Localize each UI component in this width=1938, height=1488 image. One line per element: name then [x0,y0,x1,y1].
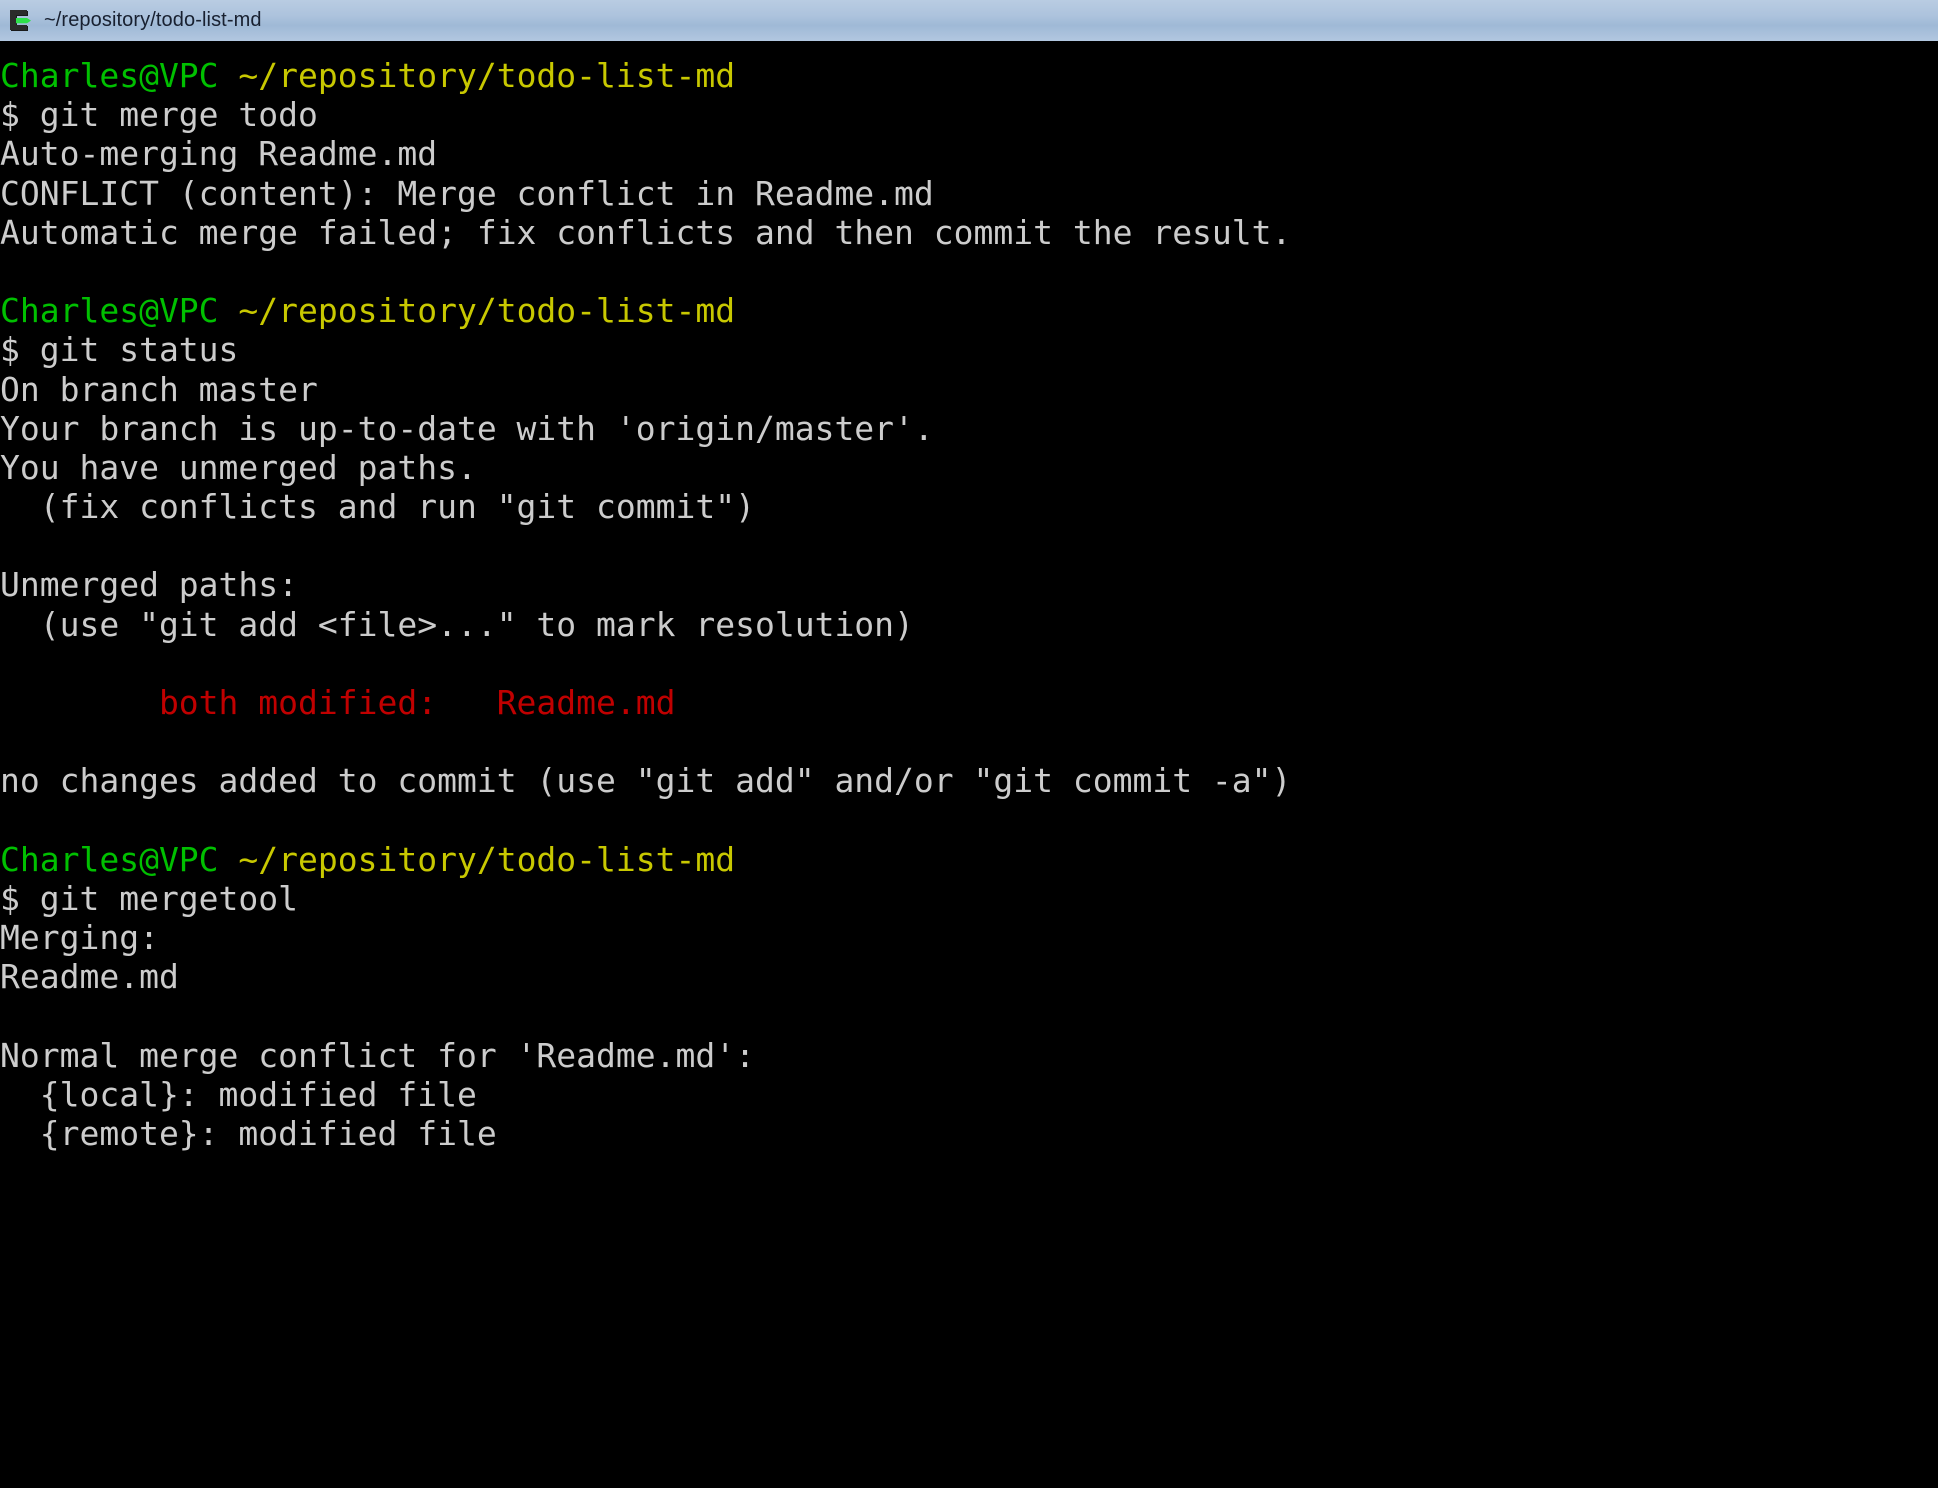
window-title: ~/repository/todo-list-md [44,9,262,31]
prompt-user-host: Charles@VPC [0,291,219,331]
terminal-output-text: {remote}: modified file [0,1114,497,1154]
prompt-path: ~/repository/todo-list-md [238,56,736,95]
terminal-line: (fix conflicts and run "git commit") [0,487,1938,526]
terminal-output-text: On branch master [0,369,318,409]
terminal-line: On branch master [0,370,1938,409]
prompt-path: ~/repository/todo-list-md [238,291,736,331]
terminal-output: Charles@VPC ~/repository/todo-list-md $ g… [0,56,1938,1153]
terminal-output-text: Merging: [0,918,159,958]
terminal-line: $ git status [0,330,1938,369]
terminal-line: Unmerged paths: [0,565,1938,604]
terminal-line: $ git merge todo [0,95,1938,134]
terminal-output-text: CONFLICT (content): Merge conflict in Re… [0,173,934,213]
terminal-output-text: You have unmerged paths. [0,447,477,487]
terminal-output-text: {local}: modified file [0,1074,477,1114]
terminal-output-text: no changes added to commit (use "git add… [0,761,1292,801]
terminal-line: both modified: Readme.md [0,683,1938,722]
terminal-line: (use "git add <file>..." to mark resolut… [0,605,1938,644]
terminal-output-text: Your branch is up-to-date with 'origin/m… [0,408,934,448]
terminal-line: $ git mergetool [0,879,1938,918]
terminal-output-text: (use "git add <file>..." to mark resolut… [0,604,914,644]
terminal-screen[interactable]: Charles@VPC ~/repository/todo-list-md $ g… [0,44,1938,1485]
terminal-line: CONFLICT (content): Merge conflict in Re… [0,174,1938,213]
terminal-line: Readme.md [0,957,1938,996]
terminal-line: Charles@VPC ~/repository/todo-list-md [0,56,1938,95]
terminal-output-text: Auto-merging Readme.md [0,134,438,174]
terminal-line: Charles@VPC ~/repository/todo-list-md [0,291,1938,330]
terminal-output-text: Normal merge conflict for 'Readme.md': [0,1035,755,1075]
prompt-user-host: Charles@VPC [0,56,219,95]
terminal-command: $ git merge todo [0,95,318,135]
terminal-line: {local}: modified file [0,1075,1938,1114]
terminal-output-text: Automatic merge failed; fix conflicts an… [0,212,1292,252]
terminal-command: $ git status [0,330,239,370]
terminal-line: Auto-merging Readme.md [0,134,1938,173]
terminal-icon[interactable] [8,8,34,34]
terminal-output-text: Unmerged paths: [0,565,299,605]
terminal-line: Normal merge conflict for 'Readme.md': [0,1036,1938,1075]
terminal-line: {remote}: modified file [0,1114,1938,1153]
terminal-output-text: Readme.md [0,957,179,997]
prompt-user-host: Charles@VPC [0,839,219,879]
conflict-file-entry: both modified: Readme.md [0,683,676,722]
terminal-line: Your branch is up-to-date with 'origin/m… [0,409,1938,448]
terminal-line: no changes added to commit (use "git add… [0,761,1938,800]
terminal-output-text: (fix conflicts and run "git commit") [0,487,755,527]
terminal-line: Automatic merge failed; fix conflicts an… [0,213,1938,252]
prompt-path: ~/repository/todo-list-md [238,839,736,879]
terminal-command: $ git mergetool [0,878,299,918]
terminal-line: You have unmerged paths. [0,448,1938,487]
window-titlebar[interactable]: ~/repository/todo-list-md [0,0,1938,44]
terminal-line: Charles@VPC ~/repository/todo-list-md [0,840,1938,879]
terminal-line: Merging: [0,918,1938,957]
